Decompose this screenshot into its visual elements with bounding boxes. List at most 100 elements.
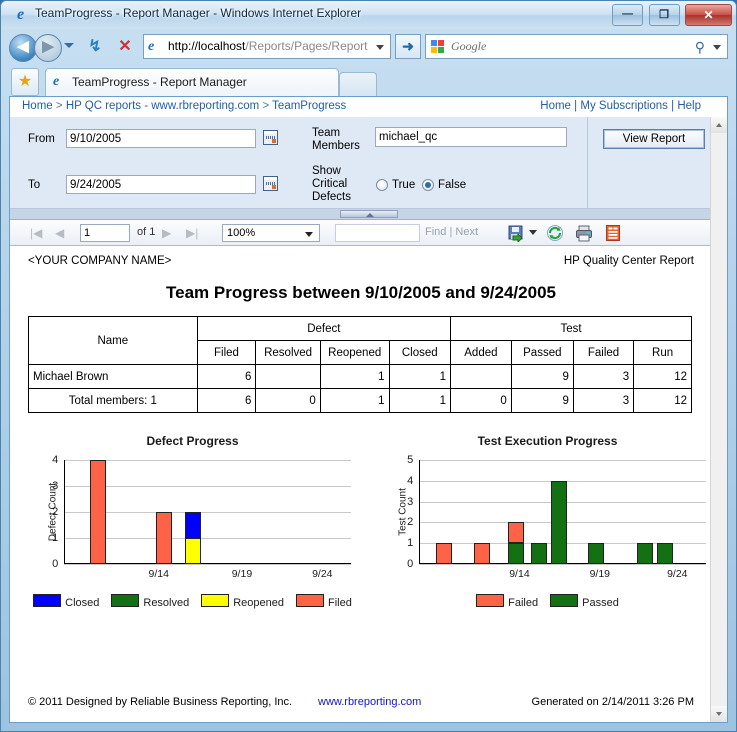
address-chevron-down-icon[interactable] — [376, 45, 384, 50]
report-footer: © 2011 Designed by Reliable Business Rep… — [28, 696, 694, 712]
page-number-input[interactable] — [80, 224, 130, 242]
total-added: 0 — [451, 389, 512, 413]
legend-swatch — [550, 594, 578, 607]
tab-strip: ★ e TeamProgress - Report Manager — [1, 65, 736, 96]
bar-segment — [657, 543, 673, 564]
last-page-button[interactable]: ▶| — [186, 226, 198, 240]
export-chevron-down-icon[interactable] — [529, 230, 537, 235]
address-input[interactable]: e http://localhost/Reports/Pages/Report — [143, 34, 391, 59]
x-axis-tick: 9/19 — [590, 568, 610, 580]
gridline — [419, 460, 706, 461]
y-axis-tick: 3 — [407, 496, 413, 508]
back-button[interactable]: ◀ — [9, 34, 37, 62]
breadcrumb-current-link[interactable]: TeamProgress — [272, 100, 346, 112]
find-sep: | — [449, 226, 452, 238]
radio-false[interactable] — [422, 179, 434, 191]
search-box[interactable]: Google ⚲ — [425, 34, 728, 59]
print-icon[interactable] — [575, 224, 593, 242]
refresh-icon: ↯ — [88, 38, 101, 55]
scroll-down-button[interactable] — [711, 706, 727, 722]
row-filed: 6 — [197, 365, 256, 389]
link-my-subscriptions[interactable]: My Subscriptions — [580, 100, 668, 112]
from-date-input[interactable] — [66, 129, 256, 148]
y-axis-tick: 4 — [407, 475, 413, 487]
row-added — [451, 365, 512, 389]
internet-explorer-icon: e — [12, 6, 29, 23]
stop-button[interactable]: ✕ — [113, 35, 137, 59]
row-failed: 3 — [573, 365, 633, 389]
bar-segment — [531, 543, 547, 564]
view-report-button[interactable]: View Report — [603, 129, 705, 149]
report-layout-icon[interactable] — [604, 224, 622, 242]
from-calendar-icon[interactable] — [263, 130, 278, 145]
close-button[interactable]: ✕ — [685, 4, 732, 26]
find-next-button[interactable]: Next — [455, 226, 478, 238]
y-axis-line — [64, 460, 65, 564]
header-closed: Closed — [389, 341, 450, 365]
header-added: Added — [451, 341, 512, 365]
to-calendar-icon[interactable] — [263, 176, 278, 191]
row-closed: 1 — [389, 365, 450, 389]
collapse-parameters-handle[interactable] — [340, 210, 398, 218]
page-scrollbar[interactable] — [710, 117, 727, 722]
link-help[interactable]: Help — [677, 100, 701, 112]
x-axis-tick: 9/24 — [312, 568, 332, 580]
show-critical-defects-label: Show Critical Defects — [312, 165, 370, 204]
find-button[interactable]: Find | Next — [425, 226, 478, 238]
find-input[interactable] — [335, 224, 420, 242]
zoom-value: 100% — [227, 227, 255, 239]
forward-button[interactable]: ▶ — [34, 34, 62, 62]
maximize-button[interactable]: ❐ — [649, 4, 680, 26]
go-button[interactable]: ➜ — [395, 34, 421, 59]
search-chevron-down-icon[interactable] — [713, 45, 721, 50]
scroll-up-button[interactable] — [711, 117, 727, 133]
next-page-button[interactable]: ▶ — [162, 226, 171, 240]
refresh-icon[interactable] — [546, 224, 564, 242]
page-count-label: of 1 — [137, 226, 155, 238]
team-members-input[interactable] — [375, 127, 567, 147]
y-axis-tick: 5 — [407, 454, 413, 466]
total-reopened: 1 — [320, 389, 389, 413]
tab-page-icon: e — [53, 74, 59, 90]
window-controls: — ❐ ✕ — [611, 4, 732, 25]
title-bar: e TeamProgress - Report Manager - Window… — [1, 1, 736, 29]
link-home[interactable]: Home — [540, 100, 571, 112]
website-link[interactable]: www.rbreporting.com — [318, 696, 421, 708]
breadcrumb-folder-link[interactable]: HP QC reports - www.rbreporting.com — [66, 100, 259, 112]
refresh-button[interactable]: ↯ — [83, 35, 107, 59]
search-icon[interactable]: ⚲ — [695, 39, 705, 56]
first-page-button[interactable]: |◀ — [30, 226, 42, 240]
bar-segment — [185, 512, 201, 538]
radio-true[interactable] — [376, 179, 388, 191]
breadcrumb-sep-2: > — [262, 100, 269, 112]
favorites-button[interactable]: ★ — [11, 68, 39, 96]
header-resolved: Resolved — [256, 341, 320, 365]
legend-item: Passed — [550, 594, 619, 609]
radio-true-label: True — [392, 179, 415, 191]
history-dropdown-icon[interactable] — [64, 43, 74, 48]
y-axis-tick: 1 — [407, 537, 413, 549]
y-axis-tick: 4 — [52, 454, 58, 466]
to-label: To — [28, 179, 40, 191]
parameters-divider — [587, 117, 588, 208]
breadcrumb-home-link[interactable]: Home — [22, 100, 53, 112]
stop-icon: ✕ — [118, 38, 131, 55]
breadcrumb: Home > HP QC reports - www.rbreporting.c… — [10, 97, 727, 118]
minimize-button[interactable]: — — [612, 4, 643, 26]
divider-2: | — [671, 100, 674, 112]
gridline — [64, 460, 351, 461]
to-date-input[interactable] — [66, 175, 256, 194]
zoom-select[interactable]: 100% — [222, 224, 320, 242]
company-name: <YOUR COMPANY NAME> — [28, 255, 171, 267]
previous-page-button[interactable]: ◀ — [55, 226, 64, 240]
footer-website: www.rbreporting.com — [318, 696, 421, 708]
new-tab-button[interactable] — [339, 72, 377, 97]
bar-segment — [90, 460, 106, 564]
header-name: Name — [29, 317, 198, 365]
page-viewport: Home > HP QC reports - www.rbreporting.c… — [9, 96, 728, 723]
tab-teamprogress[interactable]: e TeamProgress - Report Manager — [45, 68, 339, 97]
save-export-icon[interactable] — [507, 224, 525, 242]
parameters-splitter — [10, 209, 712, 220]
legend-item: Failed — [476, 594, 538, 609]
bar-segment — [185, 538, 201, 564]
